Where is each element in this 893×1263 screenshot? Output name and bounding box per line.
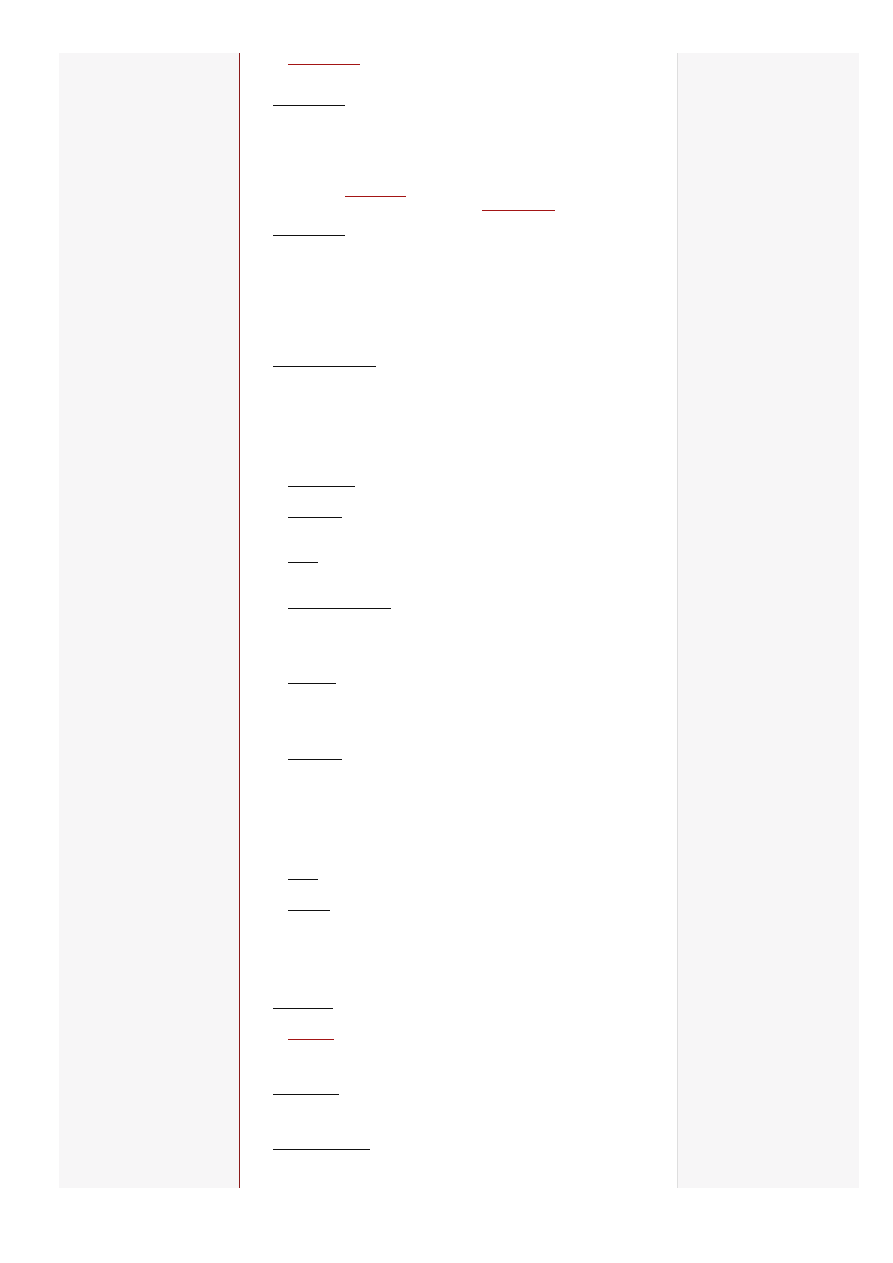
list-link-6[interactable]	[288, 759, 342, 760]
link-visited-1[interactable]	[288, 64, 360, 65]
list-link-7[interactable]	[288, 879, 318, 880]
heading-link-2[interactable]	[273, 235, 345, 236]
list-link-5[interactable]	[288, 683, 336, 684]
heading-link-3[interactable]	[273, 366, 376, 367]
list-link-3[interactable]	[288, 562, 318, 563]
heading-link-6[interactable]	[273, 1149, 370, 1150]
left-sidebar	[59, 53, 239, 1188]
heading-link-5[interactable]	[273, 1094, 339, 1095]
inline-link-visited-3[interactable]	[482, 210, 555, 211]
heading-link-4[interactable]	[273, 1008, 333, 1009]
list-link-4[interactable]	[288, 608, 391, 609]
list-link-8[interactable]	[288, 910, 330, 911]
main-content	[240, 53, 677, 1188]
inline-link-visited-2[interactable]	[345, 196, 406, 197]
list-link-1[interactable]	[288, 486, 355, 487]
list-link-2[interactable]	[288, 517, 342, 518]
right-sidebar	[678, 53, 859, 1188]
heading-link-1[interactable]	[273, 105, 345, 106]
link-visited-4[interactable]	[288, 1039, 334, 1040]
